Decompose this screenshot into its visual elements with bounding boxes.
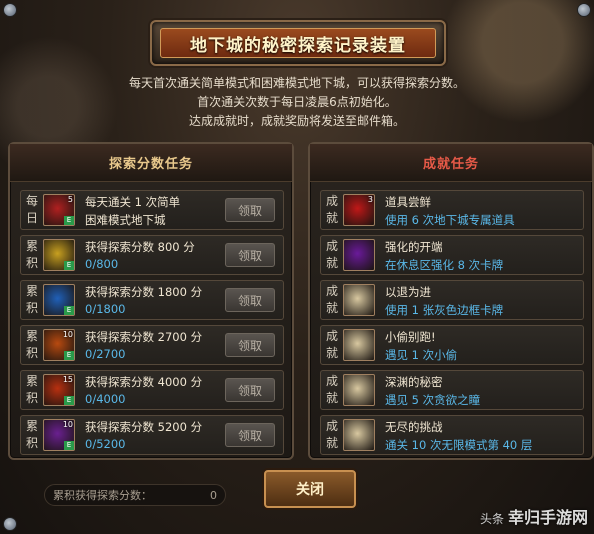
task-title: 强化的开端 bbox=[385, 240, 443, 254]
claim-button[interactable]: 领取 bbox=[225, 333, 275, 357]
accumulated-score-box: 累积获得探索分数： 0 bbox=[44, 484, 226, 506]
row-tag: 成就 bbox=[325, 419, 338, 450]
row-tag: 累积 bbox=[25, 329, 38, 360]
achievement-row: 成就 无尽的挑战通关 10 次无限模式第 40 层 bbox=[320, 415, 584, 455]
reward-icon: E bbox=[43, 284, 75, 316]
task-progress: 0/1800 bbox=[85, 302, 126, 316]
task-row: 每日 5 E 每天通关 1 次简单 困难模式地下城 领取 bbox=[20, 190, 284, 230]
description-line-3: 达成成就时，成就奖励将发送至邮件箱。 bbox=[188, 114, 405, 128]
icon-badge: 10 bbox=[62, 420, 73, 429]
task-title: 每天通关 1 次简单 bbox=[85, 195, 181, 209]
icon-badge: 3 bbox=[367, 195, 373, 204]
watermark: 头条 幸归手游网 bbox=[480, 504, 588, 528]
task-title: 获得探索分数 800 分 bbox=[85, 240, 195, 254]
e-badge-icon: E bbox=[64, 396, 74, 405]
task-title: 小偷别跑! bbox=[385, 330, 436, 344]
row-tag: 成就 bbox=[325, 329, 338, 360]
rivet-icon bbox=[577, 3, 591, 17]
panel-header: 探索分数任务 bbox=[10, 144, 292, 182]
achievement-row: 成就 以退为进使用 1 张灰色边框卡牌 bbox=[320, 280, 584, 320]
rivet-icon bbox=[3, 517, 17, 531]
task-title: 无尽的挑战 bbox=[385, 420, 443, 434]
reward-icon: E bbox=[43, 239, 75, 271]
task-row: 累积 E 获得探索分数 800 分 0/800 领取 bbox=[20, 235, 284, 275]
task-row: 累积 E 获得探索分数 1800 分 0/1800 领取 bbox=[20, 280, 284, 320]
watermark-prefix: 头条 bbox=[479, 512, 504, 526]
claim-button[interactable]: 领取 bbox=[225, 423, 275, 447]
reward-icon: 3 bbox=[343, 194, 375, 226]
icon-badge: 15 bbox=[62, 375, 73, 384]
task-title: 以退为进 bbox=[385, 285, 431, 299]
achievement-row: 成就 强化的开端在休息区强化 8 次卡牌 bbox=[320, 235, 584, 275]
icon-badge: 5 bbox=[67, 195, 73, 204]
claim-button[interactable]: 领取 bbox=[225, 243, 275, 267]
icon-badge: 10 bbox=[62, 330, 73, 339]
task-progress: 遇见 1 次小偷 bbox=[385, 348, 458, 362]
row-tag: 成就 bbox=[325, 239, 338, 270]
claim-button[interactable]: 领取 bbox=[225, 288, 275, 312]
task-progress: 使用 1 张灰色边框卡牌 bbox=[385, 303, 504, 317]
panel-header: 成就任务 bbox=[310, 144, 592, 182]
row-tag: 每日 bbox=[25, 194, 38, 225]
achievement-row: 成就 小偷别跑! 遇见 1 次小偷 bbox=[320, 325, 584, 365]
task-title: 获得探索分数 2700 分 bbox=[85, 330, 203, 344]
e-badge-icon: E bbox=[64, 306, 74, 315]
task-title: 获得探索分数 5200 分 bbox=[85, 420, 203, 434]
task-title: 深渊的秘密 bbox=[385, 375, 443, 389]
task-progress: 困难模式地下城 bbox=[85, 213, 166, 227]
exploration-score-tasks-panel: 探索分数任务 每日 5 E 每天通关 1 次简单 困难模式地下城 领取 累积 E 获得探索分数 … bbox=[8, 142, 294, 460]
reward-icon bbox=[343, 239, 375, 271]
reward-icon: 5E bbox=[43, 194, 75, 226]
description-line-1: 每天首次通关简单模式和困难模式地下城，可以获得探索分数。 bbox=[128, 76, 465, 90]
task-progress: 0/4000 bbox=[85, 392, 126, 406]
reward-icon: 10 E bbox=[43, 329, 75, 361]
row-tag: 累积 bbox=[25, 374, 38, 405]
achievement-tasks-panel: 成就任务 成就 3 道具尝鲜 使用 6 次地下城专属道具 成就 强化的开端 在休息区强化 8… bbox=[308, 142, 594, 460]
e-badge-icon: E bbox=[64, 441, 74, 450]
score-label: 累积获得探索分数： bbox=[53, 489, 152, 502]
task-progress: 0/2700 bbox=[85, 347, 126, 361]
reward-icon: 10 E bbox=[43, 419, 75, 451]
watermark-text: 幸归手游网 bbox=[507, 508, 588, 527]
reward-icon bbox=[343, 329, 375, 361]
claim-button[interactable]: 领取 bbox=[225, 378, 275, 402]
task-title: 道具尝鲜 bbox=[385, 195, 431, 209]
row-tag: 累积 bbox=[25, 284, 38, 315]
task-progress: 使用 6 次地下城专属道具 bbox=[385, 213, 515, 227]
row-tag: 成就 bbox=[325, 194, 338, 225]
rivet-icon bbox=[3, 3, 17, 17]
reward-icon bbox=[343, 419, 375, 451]
task-progress: 0/5200 bbox=[85, 437, 126, 451]
achievement-row: 成就 深渊的秘密遇见 5 次贪欲之瞳 bbox=[320, 370, 584, 410]
task-row: 累积 10 E 获得探索分数 2700 分 0/2700 领取 bbox=[20, 325, 284, 365]
reward-icon bbox=[343, 284, 375, 316]
row-tag: 累积 bbox=[25, 419, 38, 450]
reward-icon bbox=[343, 374, 375, 406]
task-progress: 遇见 5 次贪欲之瞳 bbox=[385, 393, 481, 407]
claim-button[interactable]: 领取 bbox=[225, 198, 275, 222]
close-button[interactable]: 关闭 bbox=[264, 470, 356, 508]
achievement-row: 成就 3 道具尝鲜使用 6 次地下城专属道具 bbox=[320, 190, 584, 230]
reward-icon: 15 E bbox=[43, 374, 75, 406]
task-progress: 通关 10 次无限模式第 40 层 bbox=[385, 438, 533, 452]
e-badge-icon: E bbox=[64, 216, 74, 225]
task-row: 累积 10 E 获得探索分数 5200 分 0/5200 领取 bbox=[20, 415, 284, 455]
row-tag: 成就 bbox=[325, 284, 338, 315]
task-progress: 在休息区强化 8 次卡牌 bbox=[385, 258, 504, 272]
e-badge-icon: E bbox=[64, 351, 74, 360]
row-tag: 成就 bbox=[325, 374, 338, 405]
page-title: 地下城的秘密探索记录装置 bbox=[160, 28, 436, 58]
task-title: 获得探索分数 1800 分 bbox=[85, 285, 203, 299]
task-row: 累积 15 E 获得探索分数 4000 分 0/4000 领取 bbox=[20, 370, 284, 410]
title-plaque: 地下城的秘密探索记录装置 bbox=[150, 20, 446, 66]
e-badge-icon: E bbox=[64, 261, 74, 270]
task-title: 获得探索分数 4000 分 bbox=[85, 375, 203, 389]
description-line-2: 首次通关次数于每日凌晨6点初始化。 bbox=[197, 95, 397, 109]
score-value: 0 bbox=[210, 488, 217, 502]
row-tag: 累积 bbox=[25, 239, 38, 270]
task-progress: 0/800 bbox=[85, 257, 119, 271]
